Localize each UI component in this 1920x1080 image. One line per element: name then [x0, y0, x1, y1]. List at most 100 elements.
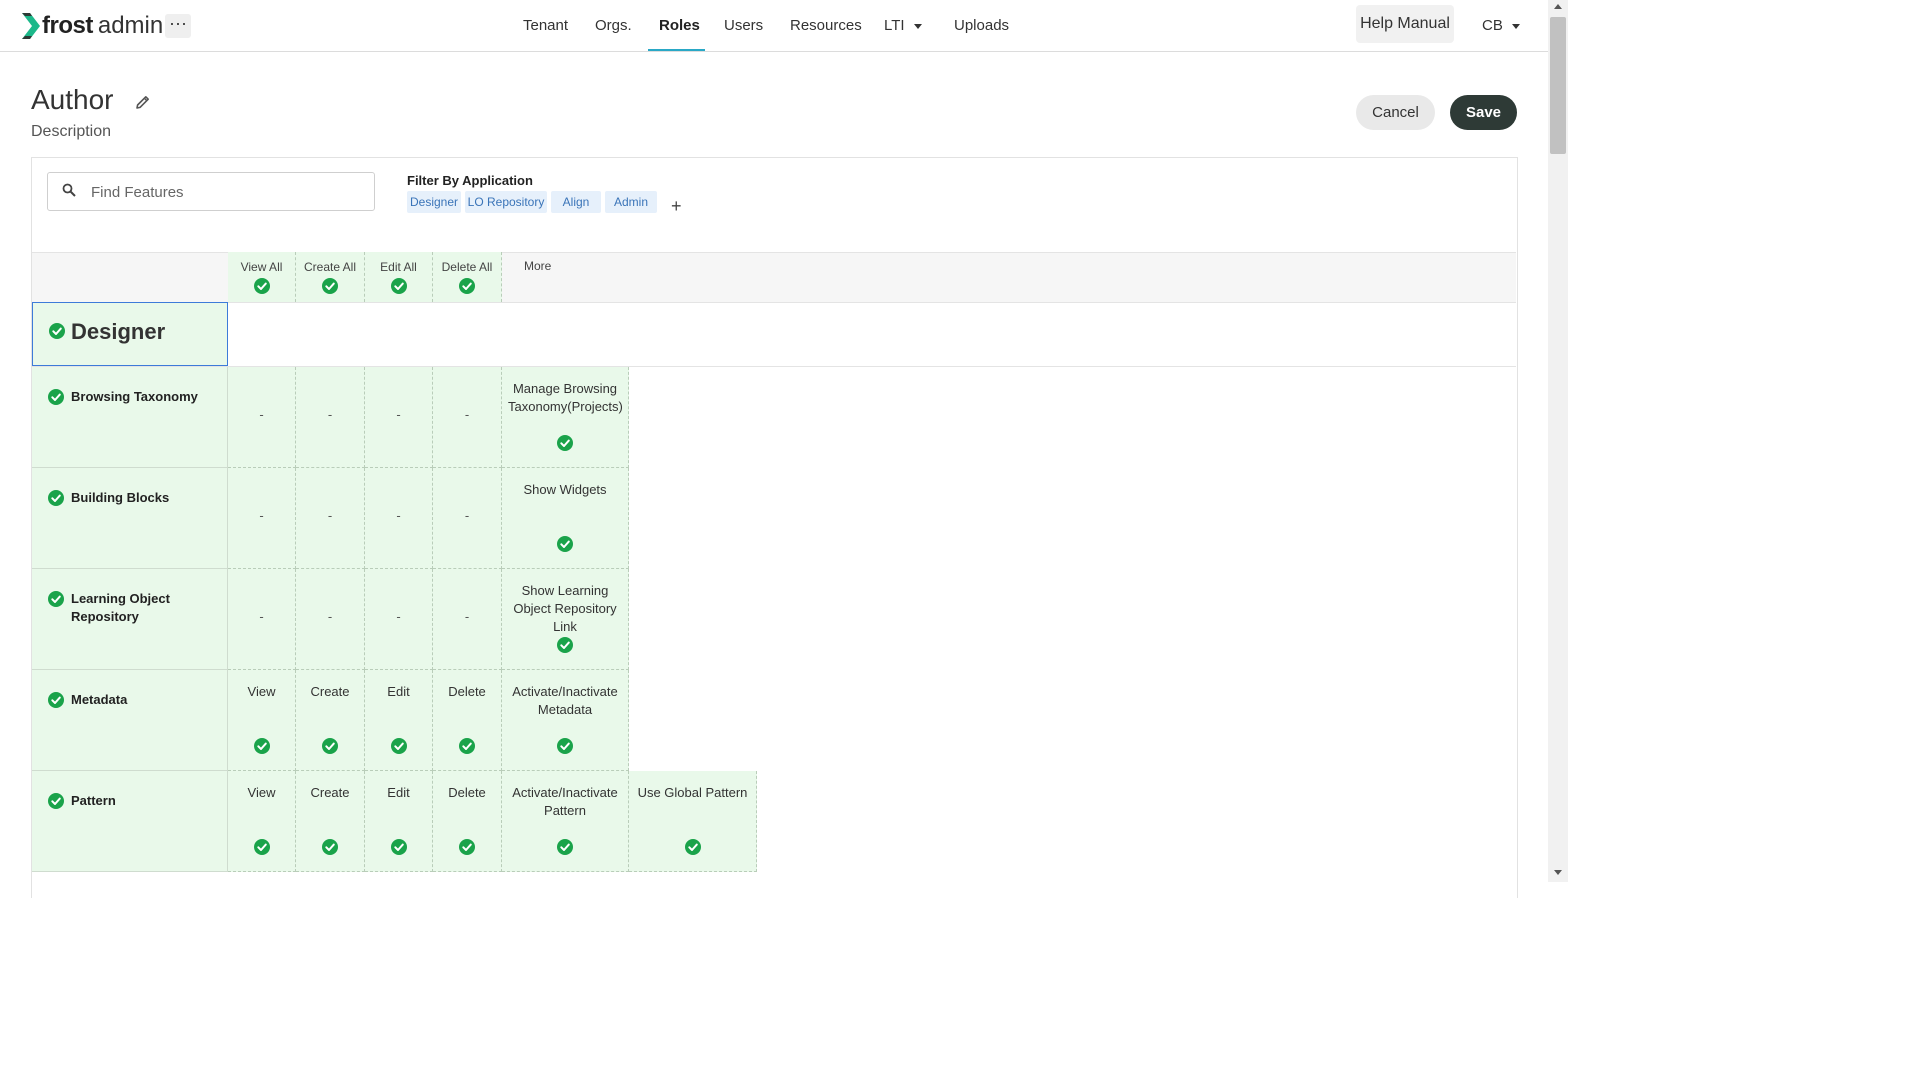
permission-cell-view[interactable]: - [228, 569, 296, 670]
no-permission-dash: - [396, 407, 401, 422]
permission-cell-more[interactable]: Use Global Pattern [629, 771, 757, 872]
permission-cell-view[interactable]: View [228, 670, 296, 771]
permission-cell-view[interactable]: - [228, 468, 296, 569]
check-circle-icon[interactable] [390, 738, 407, 759]
filter-chip-designer[interactable]: Designer [407, 191, 461, 213]
permission-cell-create[interactable]: Create [296, 670, 365, 771]
search-icon [62, 183, 76, 197]
nav-tenant[interactable]: Tenant [523, 0, 568, 51]
filter-chip-admin[interactable]: Admin [605, 191, 657, 213]
permission-cell-create[interactable]: - [296, 468, 365, 569]
scroll-up-arrow-icon[interactable] [1554, 4, 1562, 9]
more-apps-button[interactable]: ··· [165, 14, 191, 38]
permission-cell-create[interactable]: - [296, 569, 365, 670]
permission-cell-delete[interactable]: - [433, 468, 502, 569]
no-permission-dash: - [464, 609, 470, 624]
check-circle-icon[interactable] [557, 536, 573, 557]
permission-cell-edit[interactable]: - [365, 468, 433, 569]
search-input[interactable] [89, 173, 363, 211]
nav-users[interactable]: Users [724, 0, 763, 51]
user-menu[interactable]: CB [1482, 14, 1520, 38]
permission-cell-delete[interactable]: Delete [433, 670, 502, 771]
permission-cell-create[interactable]: - [296, 367, 365, 468]
permission-label: Manage Browsing Taxonomy(Projects) [508, 381, 623, 414]
check-circle-icon[interactable] [557, 839, 573, 860]
permission-cell-edit[interactable]: - [365, 569, 433, 670]
permission-cell-delete[interactable]: - [433, 569, 502, 670]
page-scrollbar[interactable] [1548, 0, 1568, 882]
permission-cell-more[interactable]: Activate/Inactivate Pattern [502, 771, 629, 872]
check-circle-icon[interactable] [459, 278, 475, 294]
check-circle-icon[interactable] [390, 278, 407, 294]
filter-chip-align[interactable]: Align [551, 191, 601, 213]
check-circle-icon[interactable] [390, 839, 407, 860]
feature-name-cell[interactable]: Browsing Taxonomy [32, 367, 228, 468]
check-circle-icon[interactable] [557, 637, 573, 658]
column-delete-all[interactable]: Delete All [433, 252, 502, 302]
permission-cell-view[interactable]: - [228, 367, 296, 468]
scroll-thumb[interactable] [1550, 17, 1566, 154]
feature-name-cell[interactable]: Building Blocks [32, 468, 228, 569]
feature-search-box[interactable] [47, 172, 375, 211]
check-circle-icon[interactable] [253, 278, 270, 294]
scroll-down-arrow-icon[interactable] [1554, 870, 1562, 875]
no-permission-dash: - [259, 508, 264, 523]
permission-cell-more[interactable]: Show Widgets [502, 468, 629, 569]
check-circle-icon[interactable] [48, 389, 64, 410]
no-permission-dash: - [259, 407, 264, 422]
permission-cell-more[interactable]: Activate/Inactivate Metadata [502, 670, 629, 771]
nav-orgs[interactable]: Orgs. [595, 0, 632, 51]
check-circle-icon[interactable] [48, 490, 64, 511]
column-label: Edit All [380, 260, 417, 274]
nav-resources[interactable]: Resources [790, 0, 862, 51]
column-view-all[interactable]: View All [228, 252, 296, 302]
role-description: Description [31, 123, 112, 140]
permission-cell-view[interactable]: View [228, 771, 296, 872]
add-filter-button[interactable]: + [671, 196, 682, 216]
brand-name: frost [42, 12, 93, 39]
check-circle-icon[interactable] [459, 738, 475, 759]
permission-cell-more[interactable]: Manage Browsing Taxonomy(Projects) [502, 367, 629, 468]
check-circle-icon[interactable] [253, 839, 270, 860]
column-create-all[interactable]: Create All [296, 252, 365, 302]
permission-label: Create [310, 785, 350, 800]
feature-name-cell[interactable]: Metadata [32, 670, 228, 771]
help-manual-button[interactable]: Help Manual [1356, 5, 1454, 43]
check-circle-icon[interactable] [322, 278, 338, 294]
column-edit-all[interactable]: Edit All [365, 252, 433, 302]
check-circle-icon[interactable] [557, 435, 573, 456]
permission-cell-delete[interactable]: - [433, 367, 502, 468]
feature-name: Learning Object Repository [71, 591, 170, 624]
pencil-icon[interactable] [136, 95, 150, 109]
check-circle-icon[interactable] [684, 839, 701, 860]
save-button[interactable]: Save [1450, 95, 1517, 130]
check-circle-icon[interactable] [322, 738, 338, 759]
permission-cell-more[interactable]: Show Learning Object Repository Link [502, 569, 629, 670]
nav-uploads[interactable]: Uploads [954, 0, 1009, 51]
check-circle-icon[interactable] [557, 738, 573, 759]
app-logo[interactable]: frost admin [22, 12, 163, 40]
permission-label: Create [310, 684, 350, 699]
active-tab-indicator [648, 49, 705, 51]
check-circle-icon[interactable] [48, 793, 64, 814]
cancel-button[interactable]: Cancel [1356, 95, 1435, 130]
check-circle-icon[interactable] [253, 738, 270, 759]
nav-lti-dropdown[interactable]: LTI [884, 0, 922, 51]
check-circle-icon[interactable] [48, 591, 64, 612]
feature-name-cell[interactable]: Pattern [32, 771, 228, 872]
column-more: More [524, 259, 552, 273]
no-permission-dash: - [396, 609, 401, 624]
section-designer[interactable]: Designer [32, 302, 228, 366]
check-circle-icon[interactable] [49, 323, 65, 339]
permission-cell-edit[interactable]: Edit [365, 670, 433, 771]
permission-cell-edit[interactable]: - [365, 367, 433, 468]
check-circle-icon[interactable] [48, 692, 64, 713]
feature-name-cell[interactable]: Learning Object Repository [32, 569, 228, 670]
permission-cell-delete[interactable]: Delete [433, 771, 502, 872]
check-circle-icon[interactable] [322, 839, 338, 860]
filter-chip-lo-repository[interactable]: LO Repository [465, 191, 547, 213]
permission-cell-create[interactable]: Create [296, 771, 365, 872]
nav-roles[interactable]: Roles [659, 0, 700, 51]
permission-cell-edit[interactable]: Edit [365, 771, 433, 872]
check-circle-icon[interactable] [459, 839, 475, 860]
